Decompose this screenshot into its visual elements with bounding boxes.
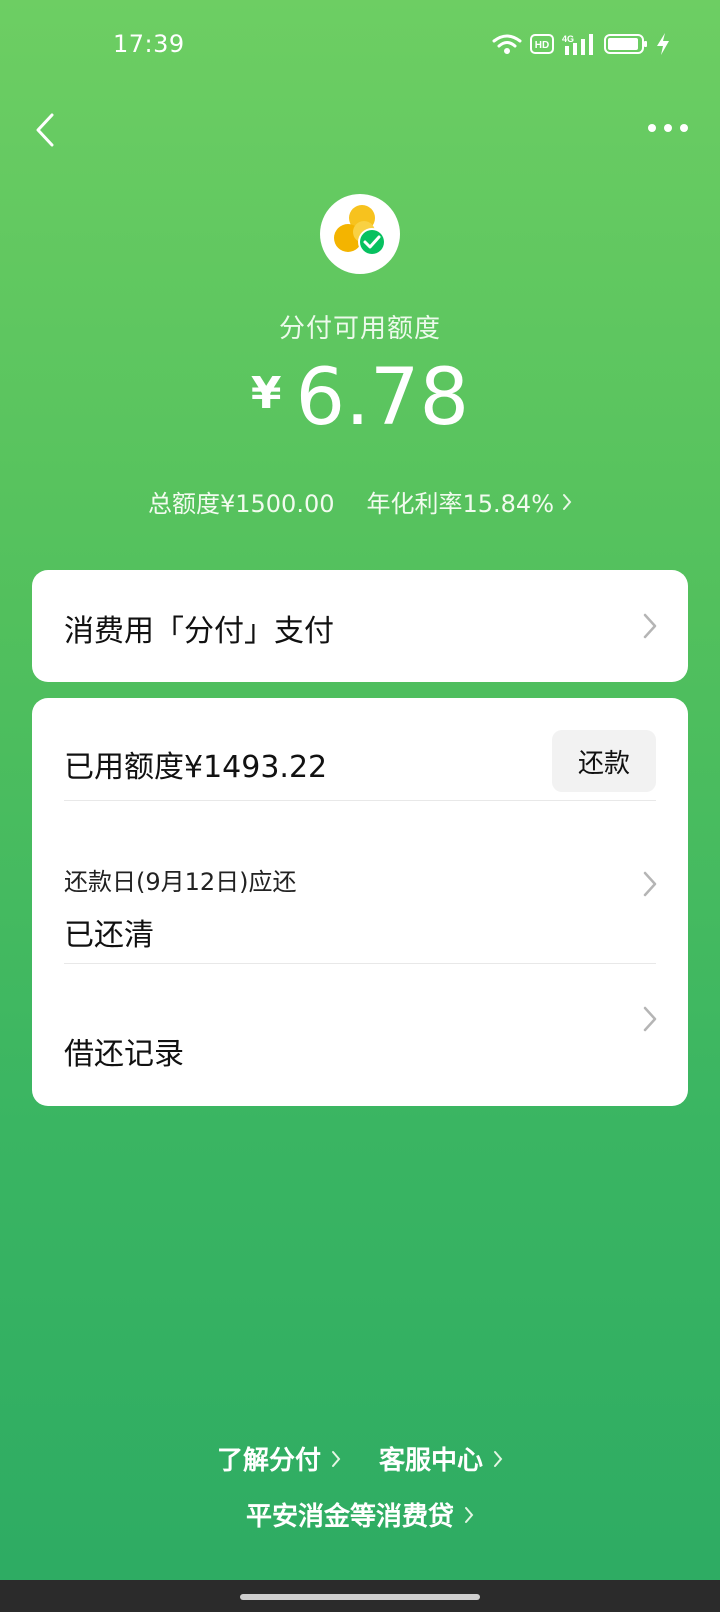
divider (64, 963, 656, 964)
records-row[interactable]: 借还记录 (32, 991, 688, 1106)
status-time: 17:39 (113, 30, 185, 58)
fenfu-logo (320, 194, 400, 274)
credit-label: 分付可用额度 (278, 314, 441, 344)
top-navigation (0, 95, 720, 165)
svg-text:HD: HD (535, 40, 549, 51)
chevron-right-icon (563, 493, 572, 510)
chevron-right-icon (494, 1450, 503, 1467)
status-bar: 17:39 HD 4G (0, 0, 720, 90)
due-date-row[interactable]: 还款日(9月12日)应还 已还清 (32, 824, 688, 990)
footer-links-second-row: 平安消金等消费贷 (0, 1496, 720, 1533)
repay-button[interactable]: 还款 (552, 730, 656, 792)
back-button[interactable] (28, 105, 68, 155)
charging-icon (657, 33, 669, 55)
chevron-right-icon (332, 1450, 341, 1467)
more-dots-icon (648, 124, 688, 132)
credit-info: 总额度¥1500.00 年化利率15.84% (0, 484, 720, 519)
used-amount: 已用额度¥1493.22 (64, 750, 328, 785)
coins-check-icon (334, 205, 386, 256)
hd-icon: HD (530, 34, 554, 54)
chevron-right-icon (465, 1506, 474, 1523)
divider (64, 800, 656, 801)
customer-service-link[interactable]: 客服中心 (379, 1440, 503, 1477)
more-button[interactable] (646, 113, 690, 143)
records-label: 借还记录 (64, 1037, 184, 1072)
signal-4g-icon: 4G (562, 34, 593, 55)
chevron-left-icon (36, 113, 54, 147)
learn-fenfu-label: 了解分付 (216, 1446, 321, 1476)
consumer-loan-link[interactable]: 平安消金等消费贷 (246, 1496, 474, 1533)
footer-links: 了解分付 客服中心 (0, 1440, 720, 1477)
learn-fenfu-link[interactable]: 了解分付 (217, 1440, 341, 1477)
customer-service-label: 客服中心 (379, 1446, 484, 1476)
total-limit: 总额度¥1500.00 (147, 490, 335, 518)
chevron-right-icon (643, 871, 657, 897)
battery-icon (604, 34, 647, 54)
home-indicator[interactable] (240, 1594, 480, 1600)
consumer-loan-label: 平安消金等消费贷 (245, 1502, 454, 1532)
wifi-icon (492, 34, 522, 54)
due-date-title: 还款日(9月12日)应还 (64, 868, 297, 896)
available-amount: 6.78 (295, 353, 470, 443)
svg-text:4G: 4G (562, 34, 574, 44)
annual-rate: 年化利率15.84% (366, 490, 555, 518)
pay-with-fenfu-card[interactable]: 消费用「分付」支付 (32, 570, 688, 682)
chevron-right-icon (643, 1006, 657, 1032)
available-credit: ¥ 6.78 (0, 356, 720, 440)
status-icons: HD 4G (492, 32, 670, 56)
system-nav-bar (0, 1580, 720, 1612)
due-status: 已还清 (64, 918, 154, 953)
annual-rate-link[interactable]: 年化利率15.84% (367, 484, 573, 519)
pay-with-fenfu-label: 消费用「分付」支付 (64, 614, 334, 649)
chevron-right-icon (643, 613, 657, 639)
repayment-card: 已用额度¥1493.22 还款 还款日(9月12日)应还 已还清 借还记录 (32, 698, 688, 1106)
currency-symbol: ¥ (250, 368, 282, 419)
